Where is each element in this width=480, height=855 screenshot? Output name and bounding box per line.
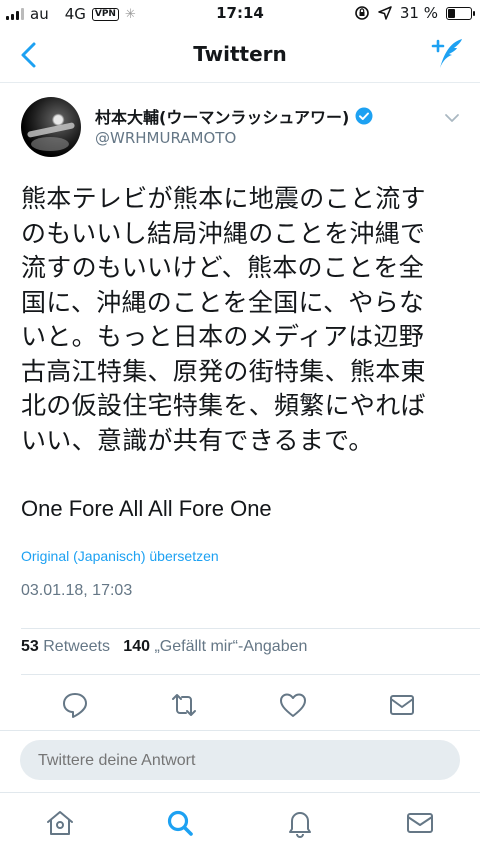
- compose-tweet-icon[interactable]: [430, 36, 466, 72]
- tweet-text-latin: One Fore All All Fore One: [21, 496, 272, 521]
- reply-box[interactable]: [20, 740, 460, 782]
- direct-message-icon[interactable]: [387, 690, 417, 720]
- status-bar: au 4G VPN ✳ 17:14 31 %: [0, 0, 480, 28]
- reply-icon[interactable]: [60, 690, 90, 720]
- nav-bar: Twittern: [0, 28, 480, 83]
- location-icon: [378, 6, 392, 20]
- verified-badge-icon: [355, 107, 373, 125]
- tweet-text-line: 熊本テレビが熊本に地震のこと流す: [21, 184, 426, 213]
- notifications-bell-icon[interactable]: [284, 807, 316, 839]
- tweet-text-line: いい、意識が共有できるまで。: [21, 425, 374, 455]
- tab-bar: [0, 792, 480, 855]
- like-heart-icon[interactable]: [278, 690, 308, 720]
- rotation-lock-icon: [355, 6, 369, 20]
- retweet-icon[interactable]: [169, 690, 199, 720]
- author-name-text: 村本大輔(ウーマンラッシュアワー): [95, 108, 350, 127]
- battery-icon: [446, 6, 475, 20]
- author-name[interactable]: 村本大輔(ウーマンラッシュアワー): [95, 104, 373, 128]
- tweet-text: 熊本テレビが熊本に地震のこと流す のもいいし結局沖縄のことを沖縄で 流すのもいい…: [21, 182, 461, 458]
- divider: [21, 628, 480, 629]
- battery-percent: 31 %: [399, 4, 438, 22]
- status-right: 31 %: [354, 4, 475, 22]
- divider: [21, 674, 480, 675]
- retweet-label[interactable]: Retweets: [43, 638, 110, 655]
- messages-icon[interactable]: [404, 807, 436, 839]
- search-icon[interactable]: [164, 807, 196, 839]
- chevron-down-icon[interactable]: [444, 112, 460, 124]
- tweet-text-line: 流すのもいいけど、熊本のことを全: [21, 253, 425, 282]
- home-icon[interactable]: [44, 807, 76, 839]
- divider: [0, 730, 480, 731]
- avatar[interactable]: [21, 97, 81, 157]
- page-title: Twittern: [193, 42, 287, 66]
- tweet-text-line: いと。もっと日本のメディアは辺野: [21, 322, 425, 351]
- tweet-timestamp: 03.01.18, 17:03: [21, 582, 133, 599]
- engagement-stats: 53 Retweets 140 „Gefällt mir“-Angaben: [21, 638, 307, 656]
- tweet-actions: [0, 690, 480, 730]
- translate-link[interactable]: Original (Japanisch) übersetzen: [21, 548, 219, 564]
- tweet-text-line: 古高江特集、原発の街特集、熊本東: [21, 356, 426, 386]
- tweet-text-line: のもいいし結局沖縄のことを沖縄で: [21, 218, 426, 248]
- tweet-text-line: 北の仮設住宅特集を、頻繁にやれば: [21, 391, 426, 420]
- author-handle[interactable]: @WRHMURAMOTO: [95, 129, 236, 147]
- reply-input[interactable]: [36, 740, 440, 782]
- tweet-text-line: 国に、沖縄のことを全国に、やらな: [21, 287, 425, 317]
- retweet-count[interactable]: 53: [21, 638, 39, 655]
- like-label[interactable]: „Gefällt mir“-Angaben: [154, 638, 307, 655]
- like-count[interactable]: 140: [123, 638, 150, 655]
